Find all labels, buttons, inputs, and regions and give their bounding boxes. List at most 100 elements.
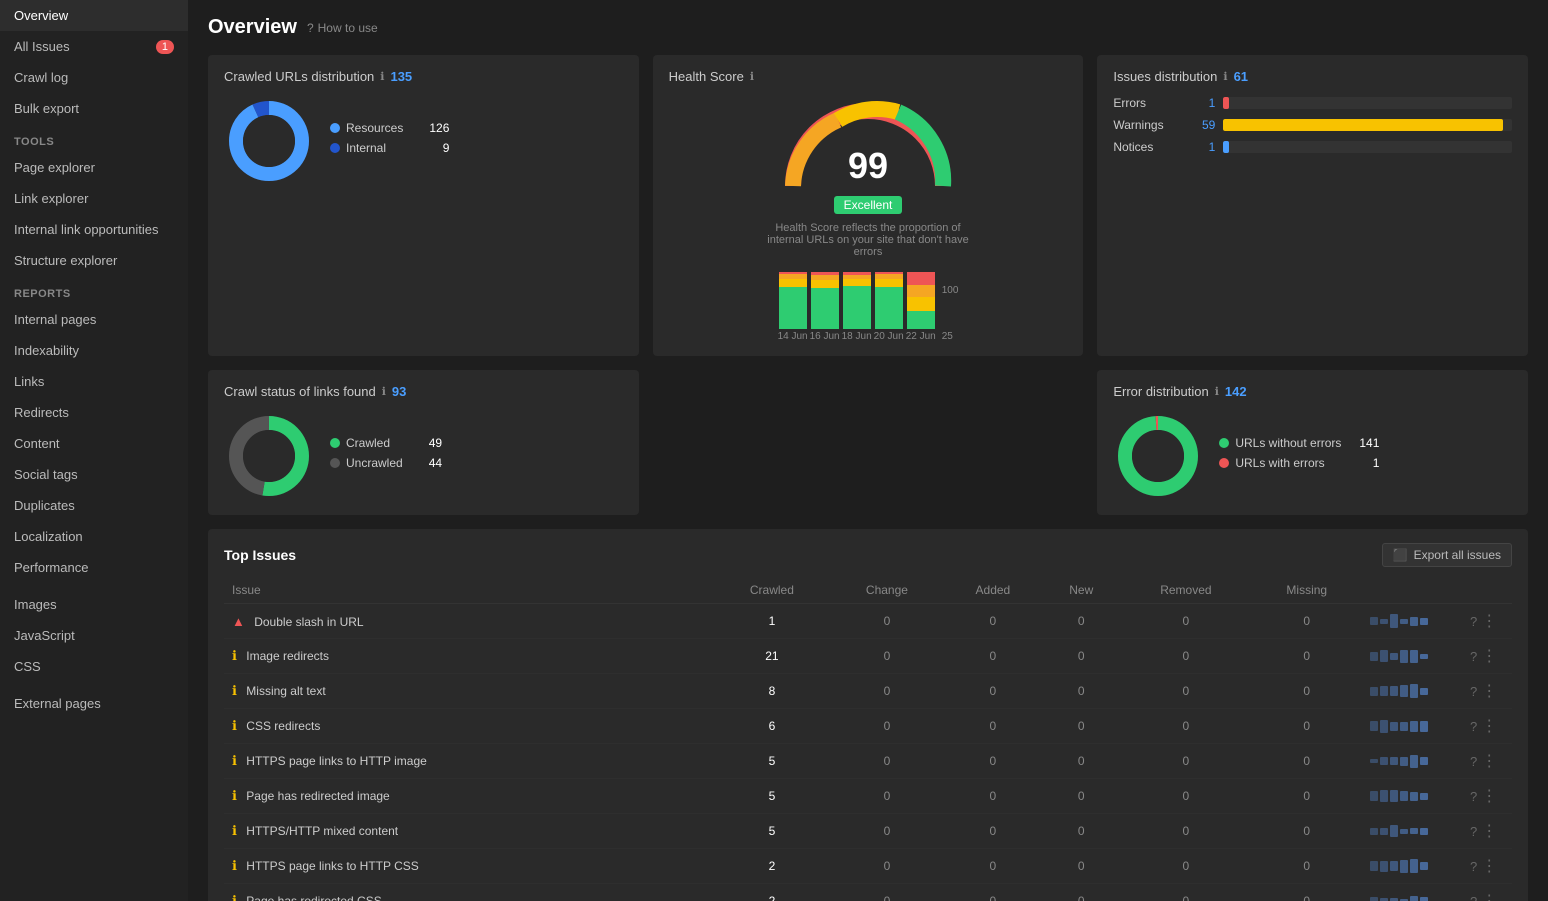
issue-actions-cell: ? ⋮ [1462, 849, 1512, 884]
help-icon-btn[interactable]: ? [1470, 789, 1477, 804]
more-options-btn[interactable]: ⋮ [1481, 786, 1497, 806]
sidebar-item-internal-pages[interactable]: Internal pages [0, 304, 188, 335]
table-row[interactable]: ℹ Missing alt text 8 0 0 0 0 0 ? ⋮ [224, 674, 1512, 709]
sparkbar [1370, 614, 1454, 628]
issue-change: 0 [830, 639, 943, 674]
sidebar-item-social-tags[interactable]: Social tags [0, 459, 188, 490]
help-icon-btn[interactable]: ? [1470, 859, 1477, 874]
table-row[interactable]: ℹ Page has redirected CSS 2 0 0 0 0 0 ? … [224, 884, 1512, 901]
sidebar-item-javascript[interactable]: JavaScript [0, 620, 188, 651]
issue-crawled: 1 [713, 604, 830, 639]
sidebar-item-css[interactable]: CSS [0, 651, 188, 682]
more-options-btn[interactable]: ⋮ [1481, 856, 1497, 876]
sidebar-item-images[interactable]: Images [0, 589, 188, 620]
issue-sparkbar-cell [1362, 884, 1462, 901]
more-options-btn[interactable]: ⋮ [1481, 716, 1497, 736]
issue-missing: 0 [1252, 779, 1363, 814]
issue-added: 0 [943, 849, 1042, 884]
warn-icon: ℹ [232, 683, 237, 698]
issue-label-cell: ℹ HTTPS page links to HTTP image [224, 744, 713, 779]
table-row[interactable]: ℹ HTTPS page links to HTTP CSS 2 0 0 0 0… [224, 849, 1512, 884]
issue-crawled: 8 [713, 674, 830, 709]
sidebar-item-localization[interactable]: Localization [0, 521, 188, 552]
table-row[interactable]: ▲ Double slash in URL 1 0 0 0 0 0 ? ⋮ [224, 604, 1512, 639]
warn-icon: ℹ [232, 718, 237, 733]
crawl-status-donut [224, 411, 314, 501]
help-icon-btn[interactable]: ? [1470, 614, 1477, 629]
help-icon-btn[interactable]: ? [1470, 649, 1477, 664]
sidebar-item-links[interactable]: Links [0, 366, 188, 397]
errors-count: 1 [1191, 96, 1215, 110]
health-score-gauge: 99 [778, 96, 958, 196]
help-icon-btn[interactable]: ? [1470, 824, 1477, 839]
internal-count: 9 [423, 141, 450, 155]
uncrawled-count: 44 [409, 456, 442, 470]
sidebar-item-external-pages[interactable]: External pages [0, 688, 188, 719]
issue-actions-cell: ? ⋮ [1462, 779, 1512, 814]
info-icon-error-dist[interactable]: ℹ [1215, 385, 1219, 398]
error-dist-legend: URLs without errors 141 URLs with errors… [1219, 436, 1379, 476]
sidebar-item-page-explorer[interactable]: Page explorer [0, 152, 188, 183]
page-header: Overview ? How to use [208, 16, 1528, 39]
sidebar-item-content[interactable]: Content [0, 428, 188, 459]
table-row[interactable]: ℹ Image redirects 21 0 0 0 0 0 ? ⋮ [224, 639, 1512, 674]
sidebar-item-link-explorer[interactable]: Link explorer [0, 183, 188, 214]
sidebar-item-duplicates[interactable]: Duplicates [0, 490, 188, 521]
how-to-use-link[interactable]: ? How to use [307, 21, 378, 35]
more-options-btn[interactable]: ⋮ [1481, 891, 1497, 901]
help-icon-btn[interactable]: ? [1470, 719, 1477, 734]
with-error-label: URLs with errors [1235, 456, 1324, 470]
sidebar-item-performance[interactable]: Performance [0, 552, 188, 583]
info-icon-issues[interactable]: ℹ [1223, 70, 1227, 83]
info-icon-crawled[interactable]: ℹ [380, 70, 384, 83]
sidebar-item-internal-link-opp[interactable]: Internal link opportunities [0, 214, 188, 245]
help-icon-btn[interactable]: ? [1470, 754, 1477, 769]
help-icon-btn[interactable]: ? [1470, 894, 1477, 901]
sidebar-item-all-issues[interactable]: All Issues 1 [0, 31, 188, 62]
sidebar-item-overview[interactable]: Overview [0, 0, 188, 31]
sparkbar [1370, 896, 1454, 901]
more-options-btn[interactable]: ⋮ [1481, 821, 1497, 841]
table-row[interactable]: ℹ HTTPS page links to HTTP image 5 0 0 0… [224, 744, 1512, 779]
issue-sparkbar-cell [1362, 674, 1462, 709]
table-row[interactable]: ℹ HTTPS/HTTP mixed content 5 0 0 0 0 0 ?… [224, 814, 1512, 849]
more-options-btn[interactable]: ⋮ [1481, 646, 1497, 666]
sidebar-item-indexability[interactable]: Indexability [0, 335, 188, 366]
uncrawled-label: Uncrawled [346, 456, 403, 470]
table-row[interactable]: ℹ Page has redirected image 5 0 0 0 0 0 … [224, 779, 1512, 814]
sidebar-item-crawl-log[interactable]: Crawl log [0, 62, 188, 93]
more-options-btn[interactable]: ⋮ [1481, 681, 1497, 701]
issue-crawled: 21 [713, 639, 830, 674]
more-options-btn[interactable]: ⋮ [1481, 611, 1497, 631]
info-icon-health[interactable]: ℹ [750, 70, 754, 83]
help-icon-btn[interactable]: ? [1470, 684, 1477, 699]
sidebar-item-redirects[interactable]: Redirects [0, 397, 188, 428]
sidebar-item-bulk-export[interactable]: Bulk export [0, 93, 188, 124]
issue-change: 0 [830, 814, 943, 849]
crawled-label: Crawled [346, 436, 390, 450]
issue-label-cell: ℹ HTTPS page links to HTTP CSS [224, 849, 713, 884]
crawled-count: 49 [409, 436, 442, 450]
issue-crawled: 5 [713, 779, 830, 814]
sparkbar [1370, 684, 1454, 698]
crawl-status-card: Crawl status of links found ℹ 93 Crawled [208, 370, 639, 515]
issue-new: 0 [1042, 849, 1120, 884]
all-issues-badge: 1 [156, 40, 174, 54]
issue-missing: 0 [1252, 814, 1363, 849]
issue-added: 0 [943, 709, 1042, 744]
issue-removed: 0 [1120, 884, 1251, 901]
export-all-issues-button[interactable]: ⬛ Export all issues [1382, 543, 1512, 567]
issue-actions-cell: ? ⋮ [1462, 709, 1512, 744]
warn-icon: ℹ [232, 753, 237, 768]
more-options-btn[interactable]: ⋮ [1481, 751, 1497, 771]
warn-icon: ℹ [232, 893, 237, 901]
sidebar-item-structure-explorer[interactable]: Structure explorer [0, 245, 188, 276]
issue-new: 0 [1042, 639, 1120, 674]
issue-sparkbar-cell [1362, 814, 1462, 849]
issue-crawled: 5 [713, 744, 830, 779]
resources-count: 126 [409, 121, 449, 135]
table-row[interactable]: ℹ CSS redirects 6 0 0 0 0 0 ? ⋮ [224, 709, 1512, 744]
info-icon-crawl-status[interactable]: ℹ [382, 385, 386, 398]
issue-added: 0 [943, 604, 1042, 639]
sparkbar [1370, 859, 1454, 873]
